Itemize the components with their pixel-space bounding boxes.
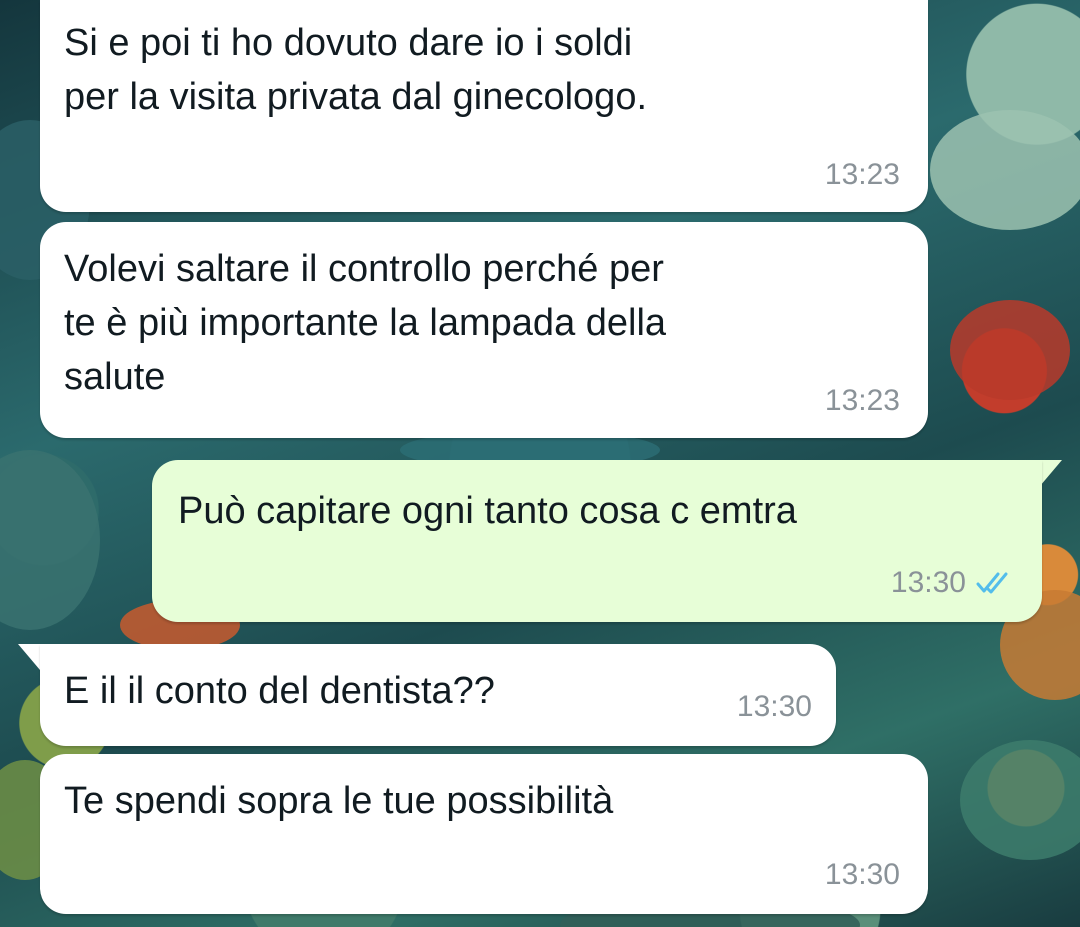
message-bubble-incoming[interactable]: Si e poi ti ho dovuto dare io i soldi pe… bbox=[40, 0, 928, 212]
message-timestamp: 13:23 bbox=[824, 158, 900, 191]
message-bubble-outgoing[interactable]: Può capitare ogni tanto cosa c emtra 13:… bbox=[152, 460, 1042, 622]
message-text: E il il conto del dentista?? bbox=[64, 670, 495, 712]
message-timestamp: 13:23 bbox=[824, 384, 900, 417]
message-timestamp: 13:30 bbox=[824, 858, 900, 891]
message-text: Si e poi ti ho dovuto dare io i soldi pe… bbox=[64, 22, 648, 118]
message-bubble-incoming[interactable]: Volevi saltare il controllo perché per t… bbox=[40, 222, 928, 438]
double-check-read-icon bbox=[976, 572, 1008, 594]
message-text: Volevi saltare il controllo perché per t… bbox=[64, 248, 667, 398]
bubble-tail bbox=[1040, 460, 1062, 486]
message-bubble-incoming[interactable]: E il il conto del dentista?? 13:30 bbox=[40, 644, 836, 746]
message-text: Te spendi sopra le tue possibilità bbox=[64, 780, 614, 822]
message-timestamp: 13:30 bbox=[736, 690, 812, 723]
message-timestamp: 13:30 bbox=[890, 566, 966, 599]
message-text: Può capitare ogni tanto cosa c emtra bbox=[178, 490, 797, 532]
bubble-tail bbox=[18, 644, 40, 670]
message-bubble-incoming[interactable]: Te spendi sopra le tue possibilità 13:30 bbox=[40, 754, 928, 914]
